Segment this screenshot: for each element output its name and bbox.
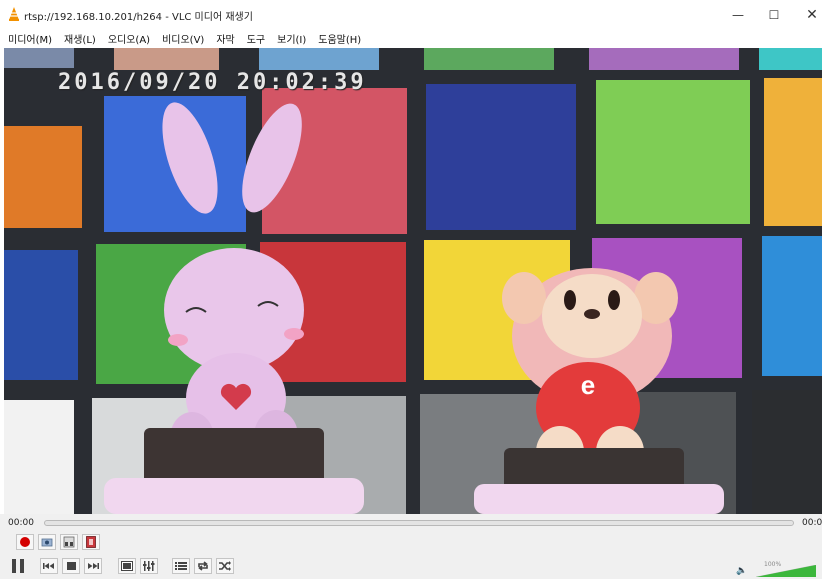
close-button[interactable]: ✕ bbox=[792, 3, 822, 27]
next-icon bbox=[88, 563, 99, 569]
menu-playback[interactable]: 재생(L) bbox=[64, 31, 96, 46]
previous-icon bbox=[43, 563, 54, 569]
next-button[interactable] bbox=[84, 558, 102, 574]
loop-icon bbox=[198, 561, 208, 571]
menu-tools[interactable]: 도구 bbox=[247, 31, 265, 46]
frame-step-icon bbox=[86, 536, 96, 548]
total-time: 00:0 bbox=[802, 518, 822, 528]
playlist-button[interactable] bbox=[172, 558, 190, 574]
video-display[interactable]: e 2016/09/20 20:02:39 bbox=[4, 48, 822, 514]
frame-step-button[interactable] bbox=[82, 534, 100, 550]
loop-ab-icon bbox=[63, 536, 75, 548]
shuffle-button[interactable] bbox=[216, 558, 234, 574]
playlist-icon bbox=[175, 562, 187, 570]
seek-bar[interactable] bbox=[44, 520, 794, 526]
window-title: rtsp://192.168.10.201/h264 - VLC 미디어 재생기 bbox=[24, 12, 253, 23]
extended-settings-button[interactable] bbox=[140, 558, 158, 574]
pause-button[interactable] bbox=[8, 556, 28, 576]
fullscreen-button[interactable] bbox=[118, 558, 136, 574]
fullscreen-icon bbox=[121, 561, 133, 571]
extended-settings-icon bbox=[143, 561, 155, 571]
pause-icon bbox=[12, 559, 24, 573]
title-bar: rtsp://192.168.10.201/h264 - VLC 미디어 재생기… bbox=[0, 0, 822, 28]
menu-video[interactable]: 비디오(V) bbox=[162, 31, 204, 46]
vlc-cone-icon bbox=[9, 7, 19, 21]
control-panel: 00:00 00:0 🔈 100% bbox=[0, 514, 822, 579]
menu-subtitle[interactable]: 자막 bbox=[216, 31, 234, 46]
video-timestamp: 2016/09/20 20:02:39 bbox=[58, 70, 367, 95]
maximize-button[interactable]: ☐ bbox=[754, 3, 794, 27]
menu-view[interactable]: 보기(I) bbox=[277, 31, 306, 46]
menu-media[interactable]: 미디어(M) bbox=[8, 31, 52, 46]
loop-button[interactable] bbox=[194, 558, 212, 574]
record-button[interactable] bbox=[16, 534, 34, 550]
elapsed-time: 00:00 bbox=[8, 518, 34, 528]
video-frame-image: e bbox=[4, 48, 822, 514]
volume-slider[interactable] bbox=[756, 565, 816, 577]
loop-ab-button[interactable] bbox=[60, 534, 78, 550]
menu-audio[interactable]: 오디오(A) bbox=[108, 31, 150, 46]
stop-button[interactable] bbox=[62, 558, 80, 574]
record-icon bbox=[20, 537, 30, 547]
menu-help[interactable]: 도움말(H) bbox=[318, 31, 361, 46]
speaker-icon[interactable]: 🔈 bbox=[736, 566, 747, 576]
menu-bar: 미디어(M) 재생(L) 오디오(A) 비디오(V) 자막 도구 보기(I) 도… bbox=[0, 28, 822, 48]
svg-text:e: e bbox=[581, 370, 595, 400]
snapshot-button[interactable] bbox=[38, 534, 56, 550]
snapshot-icon bbox=[41, 538, 53, 547]
previous-button[interactable] bbox=[40, 558, 58, 574]
shuffle-icon bbox=[219, 561, 231, 571]
minimize-button[interactable]: — bbox=[718, 3, 758, 27]
stop-icon bbox=[66, 562, 76, 570]
